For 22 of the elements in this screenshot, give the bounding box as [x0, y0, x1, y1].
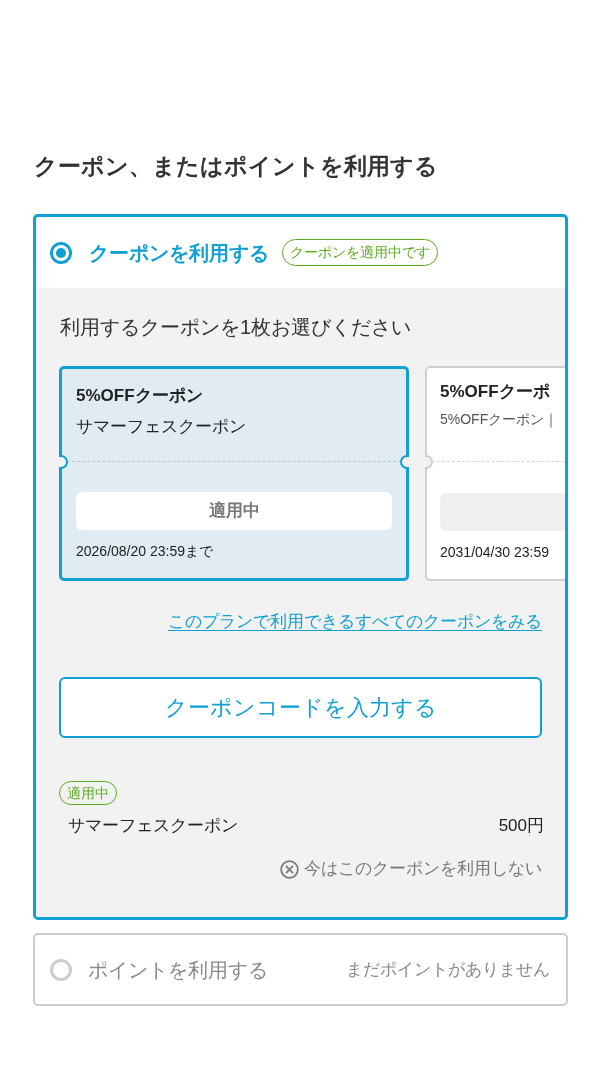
coupon-name: サマーフェスクーポン — [76, 416, 246, 438]
coupon-card[interactable]: 5%OFFクーポ 5%OFFクーポン｜ 2031/04/30 23:59 — [425, 366, 565, 581]
close-circle-icon — [280, 859, 299, 879]
option-label[interactable]: ポイントを利用する — [88, 954, 268, 985]
points-status-text: まだポイントがありません — [346, 958, 550, 981]
applied-coupon-name: サマーフェスクーポン — [68, 815, 238, 837]
coupon-card[interactable]: 5%OFFクーポン サマーフェスクーポン 適用中 2026/08/20 23:59まで — [59, 366, 409, 581]
all-coupons-link[interactable]: このプランで利用できるすべてのクーポンをみる — [168, 610, 542, 634]
coupon-title: 5%OFFクーポン — [76, 385, 203, 407]
option-label[interactable]: クーポンを利用する — [89, 237, 269, 268]
coupon-apply-button[interactable]: 適用中 — [76, 492, 392, 530]
radio-icon[interactable] — [50, 958, 72, 981]
radio-icon[interactable] — [50, 241, 72, 264]
coupon-expiry: 2026/08/20 23:59まで — [76, 542, 213, 560]
coupon-code-button[interactable]: クーポンコードを入力する — [59, 677, 542, 738]
coupon-expiry: 2031/04/30 23:59 — [440, 543, 549, 561]
instruction-text: 利用するクーポンを1枚お選びください — [60, 315, 412, 340]
section-heading: クーポン、またはポイントを利用する — [34, 152, 438, 181]
discount-amount: 500円 — [498, 815, 544, 837]
coupon-description: 5%OFFクーポン｜ — [440, 410, 559, 429]
remove-coupon-link[interactable]: 今はこのクーポンを利用しない — [280, 857, 542, 881]
coupon-title: 5%OFFクーポ — [440, 381, 550, 403]
